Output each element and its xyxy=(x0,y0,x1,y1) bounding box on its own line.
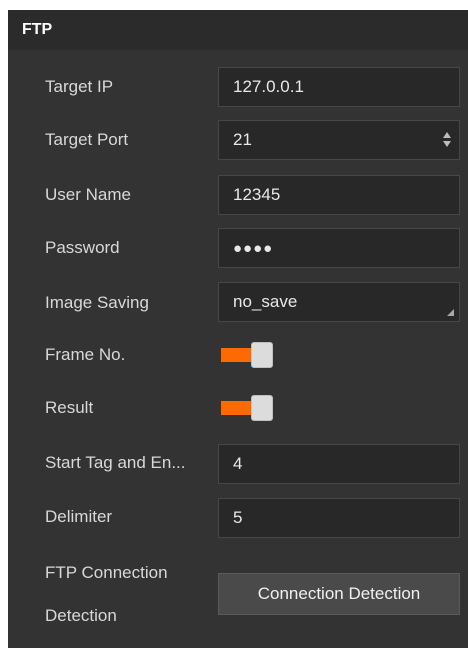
result-toggle[interactable] xyxy=(221,395,275,421)
image-saving-selected-value: no_save xyxy=(233,292,298,311)
target-ip-input[interactable]: 127.0.0.1 xyxy=(218,67,460,107)
user-name-input[interactable]: 12345 xyxy=(218,175,460,215)
ftp-settings-panel: FTP Target IP 127.0.0.1 Target Port 21 U… xyxy=(8,10,468,648)
result-label: Result xyxy=(45,398,94,417)
frame-no-label: Frame No. xyxy=(45,345,126,364)
target-ip-value: 127.0.0.1 xyxy=(233,77,304,96)
panel-header: FTP xyxy=(8,10,468,50)
connection-detection-button[interactable]: Connection Detection xyxy=(218,573,460,615)
image-saving-label: Image Saving xyxy=(45,293,149,312)
ftp-connection-detection-label-line2: Detection xyxy=(45,606,117,625)
delimiter-input[interactable]: 5 xyxy=(218,498,460,538)
user-name-label: User Name xyxy=(45,185,131,204)
delimiter-value: 5 xyxy=(233,508,243,527)
target-ip-label: Target IP xyxy=(45,77,114,96)
spin-up-arrow-icon[interactable] xyxy=(443,132,451,138)
spinbox-arrows-icon[interactable] xyxy=(443,132,451,148)
toggle-knob[interactable] xyxy=(251,342,273,368)
spin-down-arrow-icon[interactable] xyxy=(443,141,451,147)
image-saving-dropdown[interactable]: no_save xyxy=(218,282,460,322)
user-name-value: 12345 xyxy=(233,185,281,204)
target-port-value: 21 xyxy=(233,130,252,149)
password-masked-value: ●●●● xyxy=(233,240,274,257)
target-port-spinbox[interactable]: 21 xyxy=(218,120,460,160)
password-input[interactable]: ●●●● xyxy=(218,228,460,268)
delimiter-label: Delimiter xyxy=(45,507,113,526)
panel-title: FTP xyxy=(22,21,53,38)
toggle-knob[interactable] xyxy=(251,395,273,421)
dropdown-corner-icon xyxy=(447,309,454,316)
password-label: Password xyxy=(45,238,120,257)
start-tag-input[interactable]: 4 xyxy=(218,444,460,484)
ftp-connection-detection-label-line1: FTP Connection xyxy=(45,563,168,582)
frame-no-toggle[interactable] xyxy=(221,342,275,368)
start-tag-value: 4 xyxy=(233,454,243,473)
start-tag-label: Start Tag and En... xyxy=(45,453,186,472)
target-port-label: Target Port xyxy=(45,130,129,149)
